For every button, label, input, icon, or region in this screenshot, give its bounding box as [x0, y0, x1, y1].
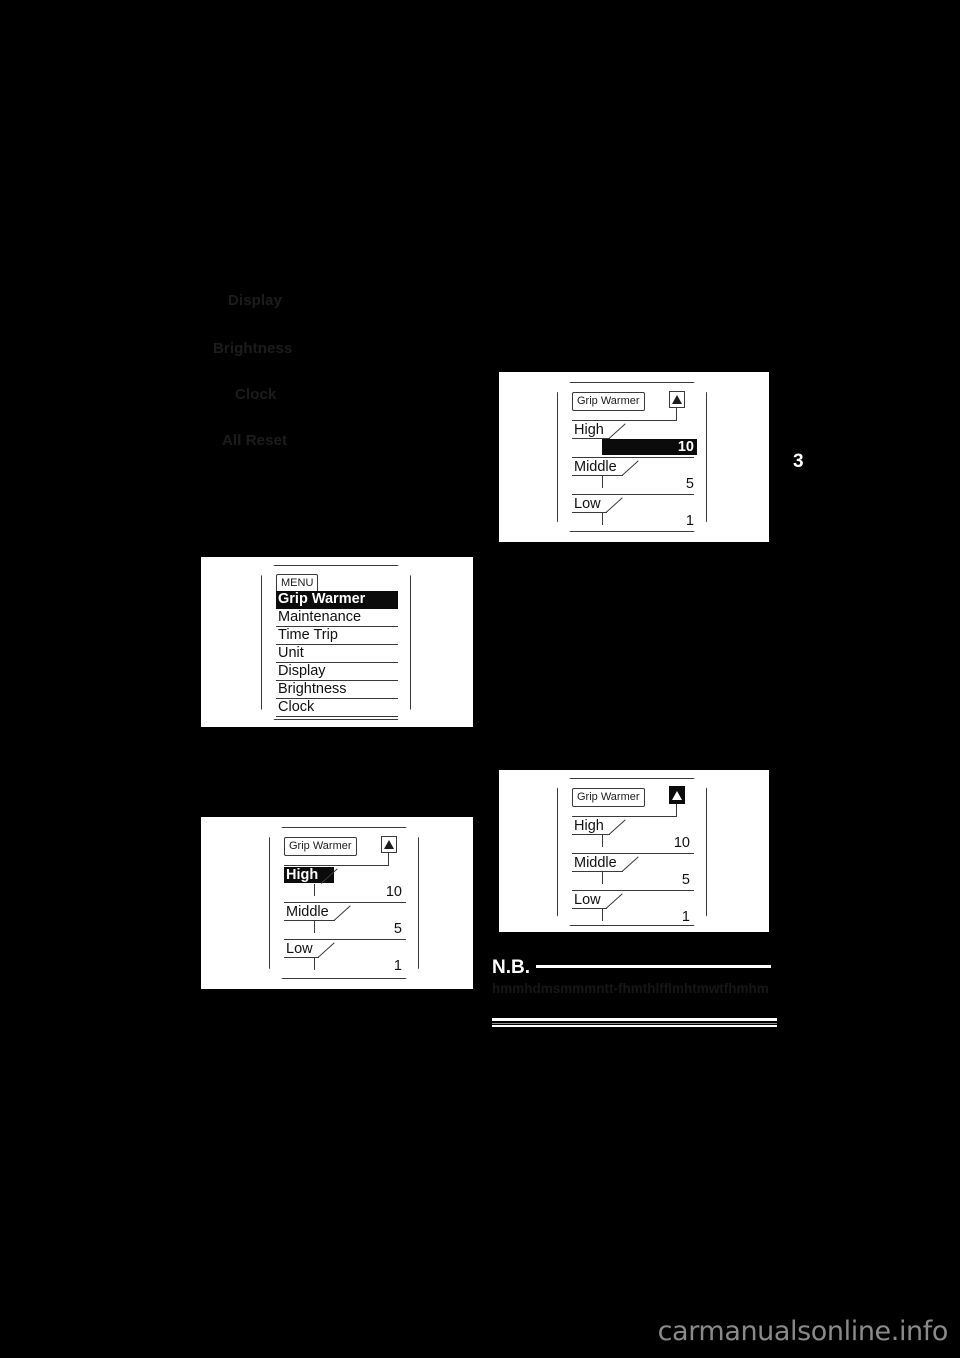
slash-low [317, 942, 335, 958]
level-label-middle[interactable]: Middle [284, 904, 329, 920]
level-value-low[interactable]: 1 [602, 513, 697, 529]
menu-item-brightness[interactable]: Brightness [276, 681, 398, 699]
slash-high [608, 423, 626, 439]
note-body: hmmhdmsmmmntt-fhmthlfflmhtmwtfhmhm [492, 981, 769, 996]
level-value-middle[interactable]: 5 [602, 872, 693, 888]
rule-high-top [284, 865, 389, 866]
level-label-high[interactable]: High [284, 867, 334, 883]
up-arrow-triangle [384, 840, 394, 849]
slash-middle [333, 905, 351, 921]
figure-grip-warmer-level-selected: Grip Warmer High 10 Middle 5 Low 1 [201, 817, 473, 989]
note-rule-thin [492, 1023, 777, 1024]
rule-high-top [572, 816, 677, 817]
slash-low [605, 497, 623, 513]
slash-middle [621, 856, 639, 872]
lcd-title-chip: Grip Warmer [572, 392, 645, 411]
slash-low [605, 893, 623, 909]
level-label-middle[interactable]: Middle [572, 855, 617, 871]
up-arrow-icon[interactable] [669, 786, 685, 804]
up-arrow-triangle [672, 395, 682, 404]
figure-grip-warmer-value-selected: Grip Warmer High 10 Middle 5 Low 1 [499, 372, 769, 542]
level-value-high[interactable]: 10 [602, 439, 697, 455]
lcd-bezel: MENU Grip Warmer Maintenance Time Trip U… [261, 565, 411, 720]
lcd-bezel: Grip Warmer High 10 Middle 5 Low 1 [269, 827, 419, 979]
level-value-middle[interactable]: 5 [314, 921, 405, 937]
menu-item-display[interactable]: Display [276, 663, 398, 681]
slash-middle [621, 460, 639, 476]
level-value-high[interactable]: 10 [602, 835, 693, 851]
level-value-low[interactable]: 1 [314, 958, 405, 974]
rule-middle-top [572, 853, 694, 854]
level-value-high[interactable]: 10 [314, 884, 405, 900]
lcd-bezel: Grip Warmer High 10 Middle 5 Low 1 [557, 382, 707, 532]
level-value-low[interactable]: 1 [602, 909, 693, 925]
lcd-bezel: Grip Warmer High 10 Middle 5 Low 1 [557, 778, 707, 926]
level-label-low[interactable]: Low [572, 496, 601, 512]
rule-middle-top [572, 457, 694, 458]
lcd-title-chip: Grip Warmer [572, 788, 645, 807]
note-footer-rules [492, 1018, 777, 1027]
level-label-middle[interactable]: Middle [572, 459, 617, 475]
rule-middle-top [284, 902, 406, 903]
heading-all-reset: All Reset [222, 432, 288, 449]
level-value-middle[interactable]: 5 [602, 476, 697, 492]
up-arrow-triangle [672, 790, 682, 800]
figure-menu-screen: MENU Grip Warmer Maintenance Time Trip U… [201, 557, 473, 727]
heading-brightness: Brightness [213, 340, 293, 357]
site-watermark: carmanualsonline.info [657, 1316, 949, 1347]
note-rule-thick-top [492, 1018, 777, 1021]
level-label-low[interactable]: Low [572, 892, 601, 908]
menu-item-time-trip[interactable]: Time Trip [276, 627, 398, 645]
level-label-low[interactable]: Low [284, 941, 313, 957]
menu-item-grip-warmer[interactable]: Grip Warmer [276, 591, 398, 609]
note-title: N.B. [492, 957, 530, 978]
figure-grip-warmer-arrow-selected: Grip Warmer High 10 Middle 5 Low 1 [499, 770, 769, 932]
chapter-tab-number: 3 [793, 451, 804, 472]
up-arrow-icon[interactable] [669, 391, 685, 408]
menu-item-unit[interactable]: Unit [276, 645, 398, 663]
rule-low-top [284, 939, 406, 940]
rule-low-top [572, 494, 694, 495]
level-label-high[interactable]: High [572, 818, 604, 834]
heading-display: Display [228, 292, 283, 309]
up-arrow-icon[interactable] [381, 836, 397, 853]
heading-clock: Clock [235, 386, 277, 403]
slash-high [608, 819, 626, 835]
menu-item-clock[interactable]: Clock [276, 699, 398, 717]
note-block: N.B. hmmhdmsmmmntt-fhmthlfflmhtmwtfhmhm [492, 958, 777, 997]
note-rule-thick-bottom [492, 1025, 777, 1027]
rule-high-top [572, 420, 677, 421]
lcd-title-chip: Grip Warmer [284, 837, 357, 856]
rule-low-top [572, 890, 694, 891]
menu-item-maintenance[interactable]: Maintenance [276, 609, 398, 627]
level-label-high[interactable]: High [572, 422, 604, 438]
note-title-rule [536, 964, 771, 968]
